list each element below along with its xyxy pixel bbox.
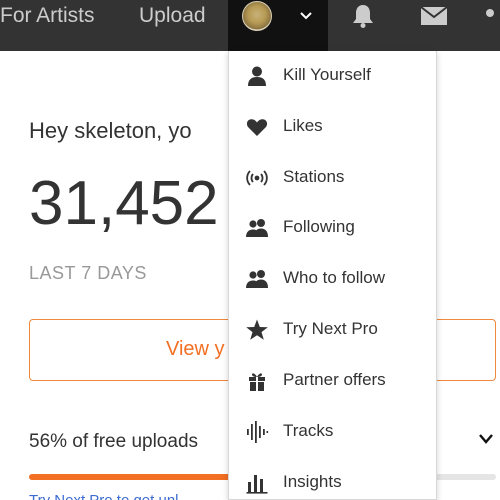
uploads-usage-text: 56% of free uploads [29,431,199,452]
menu-item-who-to-follow[interactable]: Who to follow [229,254,436,304]
greeting-text: Hey skeleton, yo [29,118,192,143]
profile-menu-button[interactable] [228,0,328,51]
menu-item-profile[interactable]: Kill Yourself [229,51,436,101]
users-icon [246,219,268,237]
top-navigation-bar: For Artists Upload [0,0,500,51]
stations-icon [246,170,268,186]
heart-icon [246,119,268,136]
menu-item-label: Stations [283,167,345,186]
avatar-icon [242,1,272,31]
view-button-label: View y [166,338,225,360]
mail-icon[interactable] [420,6,448,26]
chevron-down-icon [300,12,312,20]
bell-icon[interactable] [351,3,375,29]
more-icon[interactable] [486,9,494,17]
menu-item-label: Kill Yourself [283,65,371,84]
menu-item-likes[interactable]: Likes [229,102,436,152]
waveform-icon [247,421,269,443]
menu-item-label: Tracks [283,421,334,440]
user-icon [248,66,266,86]
star-icon [246,319,268,340]
menu-item-tracks[interactable]: Tracks [229,407,436,457]
profile-dropdown-menu: Kill Yourself Likes Stations Following W… [228,51,437,500]
menu-item-label: Insights [283,472,342,491]
menu-item-following[interactable]: Following [229,203,436,253]
for-artists-link[interactable]: For Artists [0,4,95,28]
menu-item-partner-offers[interactable]: Partner offers [229,356,436,406]
menu-item-label: Following [283,217,355,236]
period-label: LAST 7 DAYS [29,263,147,283]
try-next-pro-link[interactable]: Try Next Pro to get unl [29,492,179,500]
upload-link[interactable]: Upload [139,4,206,28]
expand-chevron-icon[interactable] [478,433,494,445]
menu-item-stations[interactable]: Stations [229,153,436,203]
menu-item-insights[interactable]: Insights [229,458,436,499]
bar-chart-icon [246,475,268,494]
plays-count: 31,452 [29,169,219,238]
menu-item-try-next-pro[interactable]: Try Next Pro [229,305,436,355]
menu-item-label: Try Next Pro [283,319,378,338]
menu-item-label: Who to follow [283,268,386,287]
menu-item-label: Likes [283,116,323,135]
gift-icon [249,373,265,391]
menu-item-label: Partner offers [283,370,386,389]
users-add-icon [246,270,268,288]
